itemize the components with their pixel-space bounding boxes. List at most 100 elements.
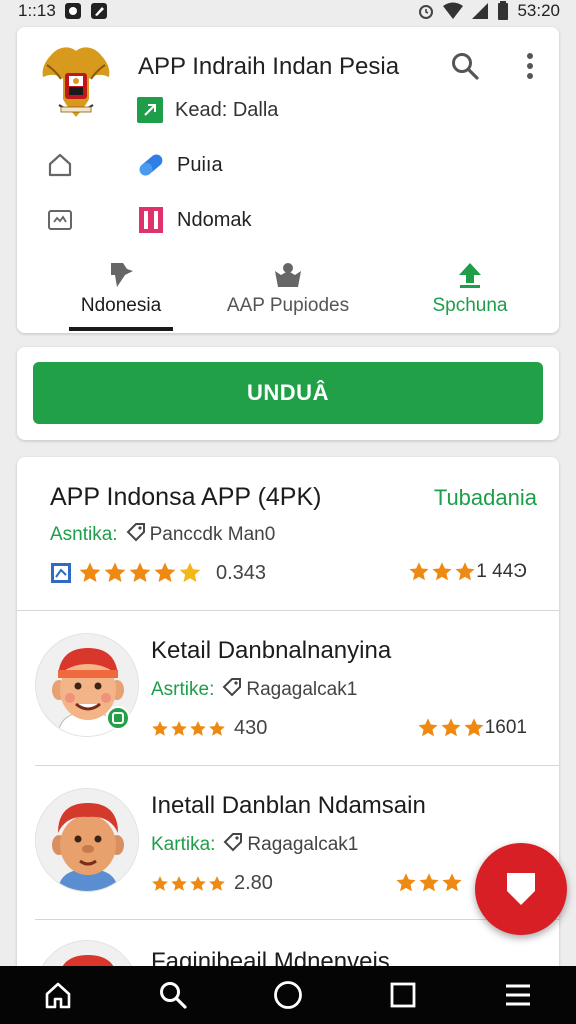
online-status-icon [106, 706, 130, 730]
search-icon[interactable] [153, 975, 193, 1015]
circle-home-icon[interactable] [268, 975, 308, 1015]
alarm-icon [417, 2, 435, 20]
menu-icon[interactable] [498, 975, 538, 1015]
garuda-logo-icon [39, 43, 113, 123]
verified-badge-icon [137, 97, 163, 123]
star-icon [419, 873, 439, 892]
square-recents-icon[interactable] [383, 975, 423, 1015]
star-icon [190, 720, 206, 736]
download-stars [417, 717, 485, 739]
meta-key: Kartika: [151, 834, 216, 855]
edit-icon [90, 2, 108, 20]
pill-icon [136, 150, 166, 180]
featured-app-meta: Asntika: Panccdk Man0 [50, 522, 275, 548]
tag-icon [222, 677, 242, 703]
status-bar: 1::13 53:20 [0, 0, 576, 22]
downloads: 1601 [417, 717, 527, 739]
menu-item-label: Puiıa [177, 153, 223, 176]
tab-label: Spchuna [432, 295, 508, 316]
flag-icon [107, 257, 135, 289]
install-button[interactable]: UNDUÂ [33, 362, 543, 424]
app-title: APP Indraih Indan Pesia [138, 53, 400, 80]
featured-app-title: APP Indonsa APP (4PK) [50, 483, 322, 511]
featured-app-item[interactable]: APP Indonsa APP (4PK) Tubadania Asntika:… [17, 457, 559, 610]
menu-item-ndomak[interactable]: Ndomak [45, 205, 251, 235]
navigation-bar [0, 966, 576, 1024]
meta-key: Asntika: [50, 524, 118, 545]
rating-row: 430 [151, 717, 267, 740]
star-icon [79, 562, 101, 582]
star-icon [455, 562, 475, 581]
star-icon [190, 875, 206, 891]
rating-value: 430 [234, 717, 268, 739]
rating-row: 2.80 [151, 872, 273, 895]
notification-icon [64, 2, 82, 20]
image-icon [45, 205, 75, 235]
star-icon [154, 562, 176, 582]
download-count: 1601 [484, 717, 527, 738]
shield-fab-button[interactable] [475, 843, 567, 935]
status-time: 1::13 [18, 1, 56, 20]
columns-icon [136, 205, 166, 235]
tab-label: AAP Pupiodes [226, 295, 350, 316]
star-icon [432, 562, 452, 581]
meta-value: Panccdk Man0 [149, 524, 276, 545]
tab-ndonesia[interactable]: Ndonesia [69, 257, 173, 333]
star-icon [152, 875, 168, 891]
tab-label: Ndonesia [80, 295, 162, 316]
active-tab-indicator [69, 327, 173, 331]
crown-icon [273, 257, 303, 289]
star-icon [179, 562, 201, 582]
home-icon[interactable] [38, 975, 78, 1015]
battery-icon [497, 1, 509, 21]
star-icon [209, 720, 225, 736]
download-stars [395, 872, 463, 894]
tab-bar: Ndonesia AAP Pupiodes Spchuna [17, 257, 559, 333]
shield-icon [503, 869, 539, 909]
star-rating [78, 561, 202, 585]
star-icon [104, 562, 126, 582]
app-meta: Kartika: Ragagalcak1 [151, 832, 358, 858]
more-options-icon[interactable] [517, 51, 543, 81]
star-icon [152, 720, 168, 736]
star-icon [209, 875, 225, 891]
rating-value: 0.343 [216, 561, 267, 584]
star-rating [151, 875, 226, 893]
tab-spchuna[interactable]: Spchuna [423, 257, 517, 333]
avatar [35, 788, 139, 892]
star-icon [396, 873, 416, 892]
star-icon [442, 873, 462, 892]
menu-item-puiia[interactable]: Puiıa [45, 150, 223, 180]
featured-downloads: 1 44Ͽ [408, 561, 527, 583]
status-clock: 53:20 [517, 1, 560, 20]
featured-rating-row: 0.343 [50, 561, 266, 585]
developer-row: Kead: Dalla [137, 97, 278, 123]
tag-icon [126, 522, 146, 548]
star-rating [151, 720, 226, 738]
star-icon [171, 875, 187, 891]
app-header-card: APP Indraih Indan Pesia Kead: Dalla Puiı… [17, 27, 559, 333]
install-card: UNDUÂ [17, 347, 559, 440]
featured-app-status: Tubadania [433, 485, 537, 510]
developer-name: Kead: Dalla [175, 98, 279, 121]
star-icon [418, 718, 438, 737]
home-outline-icon [45, 150, 75, 180]
downloads [395, 872, 463, 894]
meta-value: Ragagalcak1 [246, 679, 358, 700]
app-title: Ketail Danbnalnanyina [151, 637, 392, 664]
search-icon[interactable] [450, 51, 480, 81]
star-icon [129, 562, 151, 582]
app-badge-icon [50, 562, 72, 584]
meta-value: Ragagalcak1 [247, 834, 359, 855]
menu-item-label: Ndomak [177, 208, 252, 231]
download-count: 1 44Ͽ [476, 561, 527, 582]
rating-value: 2.80 [234, 872, 273, 894]
meta-key: Asrtike: [151, 679, 215, 700]
star-icon [409, 562, 429, 581]
star-icon [171, 720, 187, 736]
upload-arrow-icon [457, 257, 483, 289]
tab-aap-pupiodes[interactable]: AAP Pupiodes [227, 257, 349, 333]
tag-icon [223, 832, 243, 858]
star-icon [441, 718, 461, 737]
list-item[interactable]: Ketail Danbnalnanyina Asrtike: Ragagalca… [17, 611, 559, 765]
